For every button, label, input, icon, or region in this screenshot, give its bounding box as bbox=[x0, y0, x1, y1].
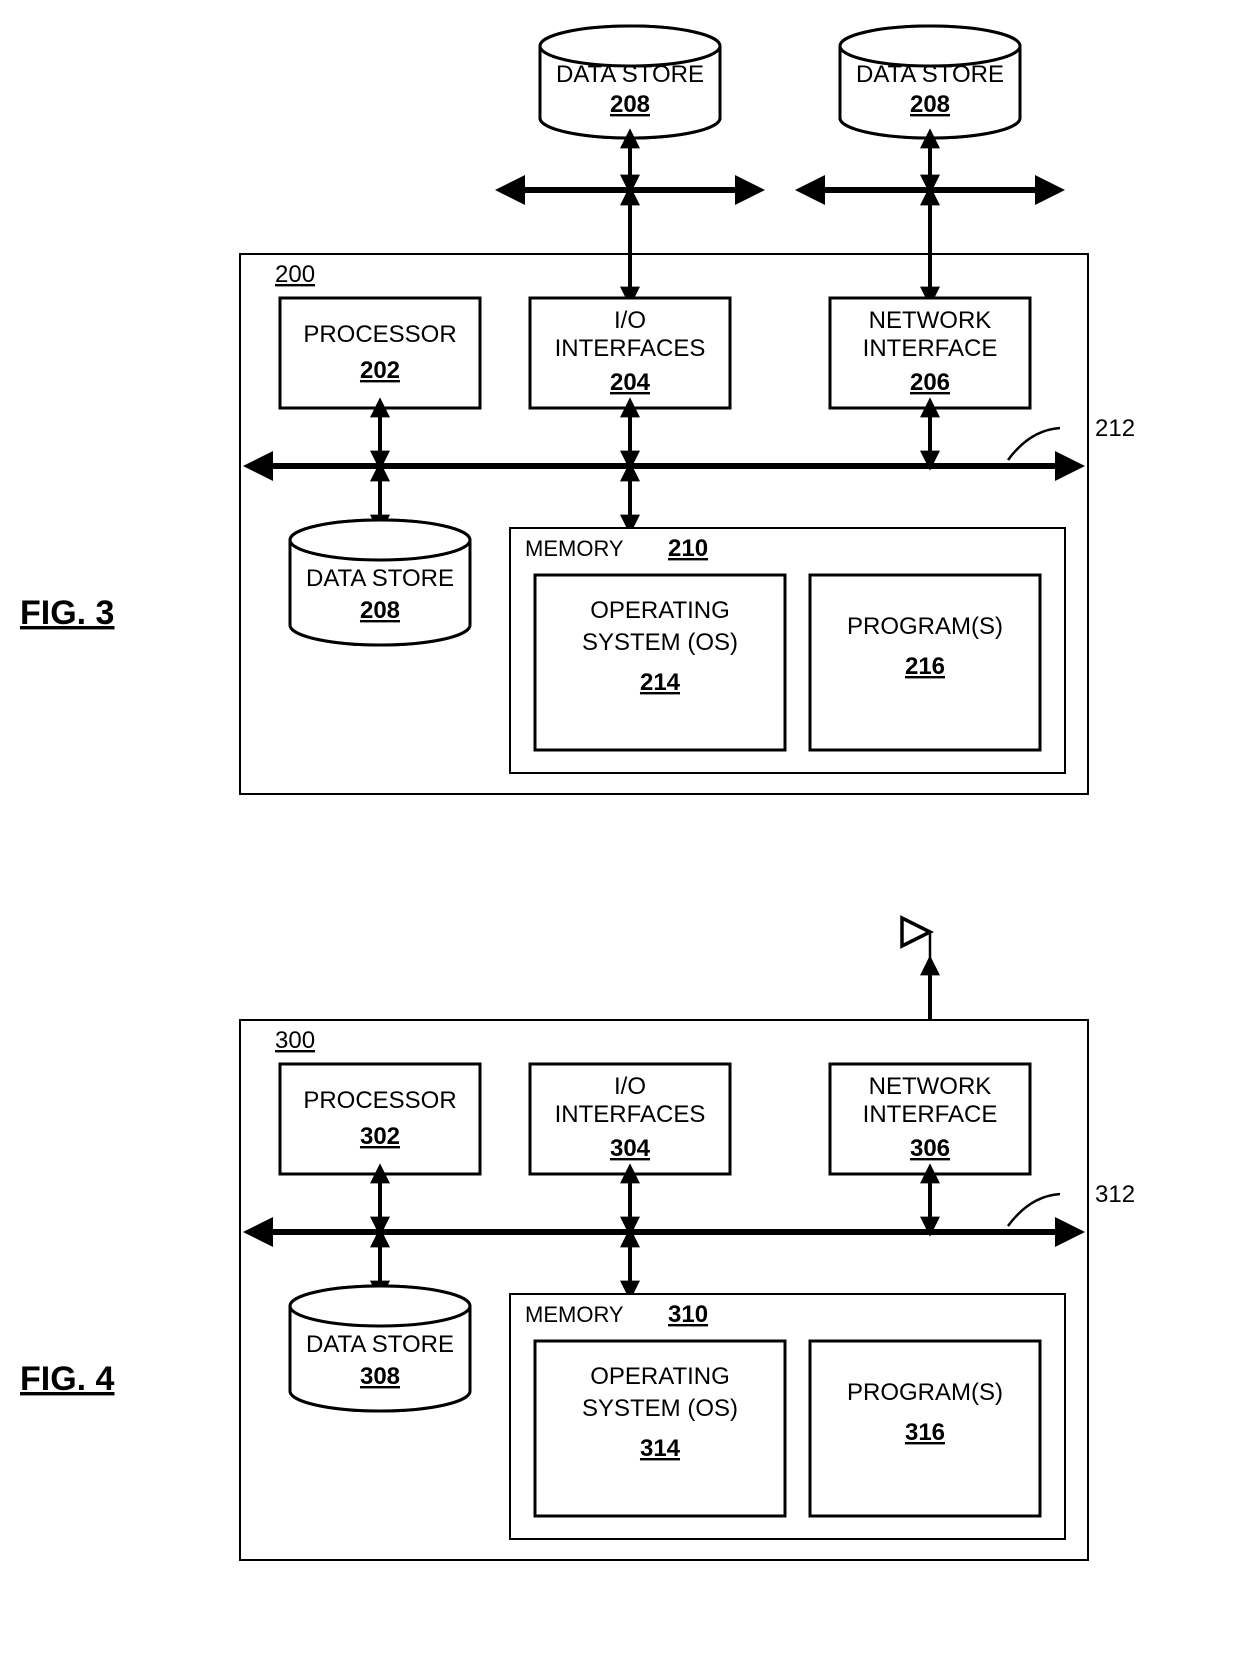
int-ds-label-4: DATA STORE bbox=[306, 1331, 454, 1358]
ext-ds1-ref: 208 bbox=[610, 91, 650, 118]
memory-label: MEMORY bbox=[525, 536, 624, 561]
io-line2-4: INTERFACES bbox=[555, 1101, 706, 1128]
figure-label-4: FIG. 4 bbox=[20, 1360, 115, 1398]
os-line1-4: OPERATING bbox=[590, 1363, 730, 1390]
io-line1: I/O bbox=[614, 307, 646, 334]
processor-label-4: PROCESSOR bbox=[303, 1087, 456, 1114]
net-line2: INTERFACE bbox=[863, 335, 998, 362]
ext-ds2-ref: 208 bbox=[910, 91, 950, 118]
os-line2-4: SYSTEM (OS) bbox=[582, 1395, 738, 1422]
io-ref: 204 bbox=[610, 369, 651, 396]
diagram-root: FIG. 3 200 DATA STORE 208 DATA STORE 208 bbox=[0, 0, 1240, 1672]
os-line1: OPERATING bbox=[590, 597, 730, 624]
ref-312: 312 bbox=[1095, 1181, 1135, 1208]
memory-ref: 210 bbox=[668, 535, 708, 562]
net-ref-4: 306 bbox=[910, 1135, 950, 1162]
memory-ref-4: 310 bbox=[668, 1301, 708, 1328]
net-line2-4: INTERFACE bbox=[863, 1101, 998, 1128]
internal-data-store-4: DATA STORE 308 bbox=[290, 1286, 470, 1411]
net-ref: 206 bbox=[910, 369, 950, 396]
prog-ref-4: 316 bbox=[905, 1419, 945, 1446]
int-ds-ref: 208 bbox=[360, 597, 400, 624]
processor-box-4 bbox=[280, 1064, 480, 1174]
external-data-store-2: DATA STORE 208 bbox=[840, 26, 1020, 138]
figure-3: FIG. 3 200 DATA STORE 208 DATA STORE 208 bbox=[20, 26, 1135, 794]
io-line1-4: I/O bbox=[614, 1073, 646, 1100]
memory-label-4: MEMORY bbox=[525, 1302, 624, 1327]
ref-212: 212 bbox=[1095, 415, 1135, 442]
os-ref-4: 314 bbox=[640, 1435, 681, 1462]
processor-label: PROCESSOR bbox=[303, 321, 456, 348]
ref-200: 200 bbox=[275, 261, 315, 288]
int-ds-ref-4: 308 bbox=[360, 1363, 400, 1390]
processor-box bbox=[280, 298, 480, 408]
processor-ref: 202 bbox=[360, 357, 400, 384]
prog-ref: 216 bbox=[905, 653, 945, 680]
prog-label: PROGRAM(S) bbox=[847, 613, 1003, 640]
io-ref-4: 304 bbox=[610, 1135, 651, 1162]
ext-ds1-label: DATA STORE bbox=[556, 61, 704, 88]
os-ref: 214 bbox=[640, 669, 681, 696]
figure-label: FIG. 3 bbox=[20, 594, 114, 632]
io-line2: INTERFACES bbox=[555, 335, 706, 362]
ext-ds2-label: DATA STORE bbox=[856, 61, 1004, 88]
figure-4: FIG. 4 300 PROCESSOR 302 I/O INTERFACES … bbox=[20, 932, 1135, 1560]
external-data-store-1: DATA STORE 208 bbox=[540, 26, 720, 138]
net-line1: NETWORK bbox=[869, 307, 992, 334]
net-line1-4: NETWORK bbox=[869, 1073, 992, 1100]
internal-data-store: DATA STORE 208 bbox=[290, 520, 470, 645]
ref-300: 300 bbox=[275, 1027, 315, 1054]
processor-ref-4: 302 bbox=[360, 1123, 400, 1150]
os-line2: SYSTEM (OS) bbox=[582, 629, 738, 656]
prog-label-4: PROGRAM(S) bbox=[847, 1379, 1003, 1406]
int-ds-label: DATA STORE bbox=[306, 565, 454, 592]
